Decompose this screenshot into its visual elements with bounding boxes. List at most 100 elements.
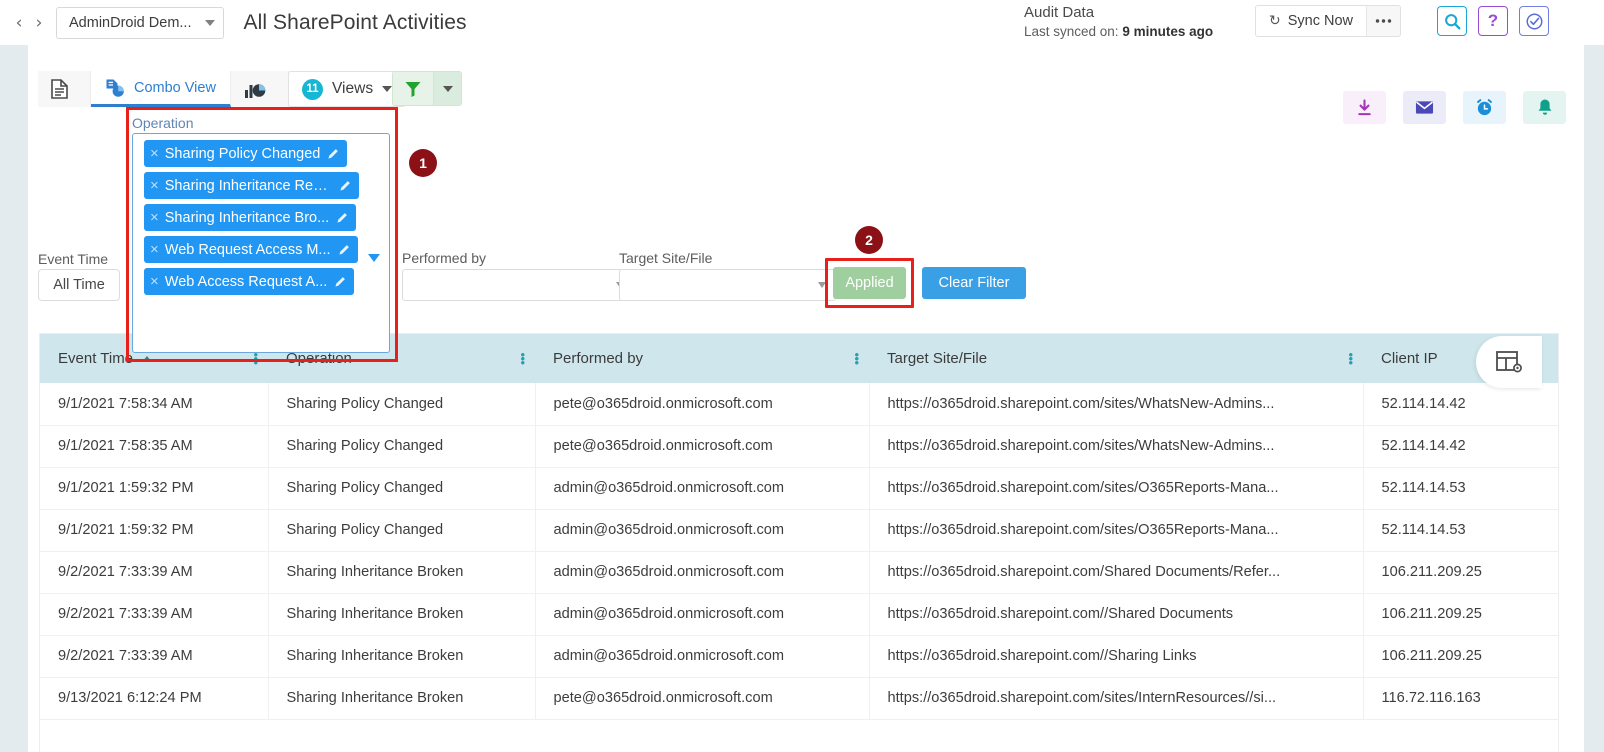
cell-performed-by: admin@o365droid.onmicrosoft.com bbox=[535, 509, 870, 552]
cell-event-time: 9/1/2021 1:59:32 PM bbox=[40, 509, 269, 552]
remove-tag-icon[interactable]: × bbox=[150, 242, 159, 257]
table-row[interactable]: 9/1/2021 7:58:35 AM Sharing Policy Change… bbox=[40, 425, 1558, 468]
operation-tag[interactable]: × Web Access Request A... bbox=[144, 268, 355, 295]
operation-tag[interactable]: × Sharing Inheritance Res... bbox=[144, 172, 359, 199]
operation-multiselect[interactable]: × Sharing Policy Changed × Sharing Inher… bbox=[132, 133, 390, 353]
cell-client-ip: 52.114.14.53 bbox=[1363, 467, 1558, 510]
cell-operation: Sharing Policy Changed bbox=[268, 467, 536, 510]
chevron-down-icon bbox=[442, 85, 453, 92]
column-header-target-site[interactable]: Target Site/File • • • bbox=[869, 334, 1363, 383]
alarm-clock-icon bbox=[1477, 99, 1492, 116]
performed-by-label: Performed by bbox=[402, 250, 487, 266]
cell-operation: Sharing Inheritance Broken bbox=[268, 551, 536, 594]
sync-now-button[interactable]: ↻ Sync Now bbox=[1256, 6, 1366, 36]
help-button[interactable]: ? bbox=[1478, 6, 1508, 36]
cell-event-time: 9/2/2021 7:33:39 AM bbox=[40, 635, 269, 678]
health-check-button[interactable] bbox=[1519, 6, 1549, 36]
column-label: Event Time bbox=[58, 350, 134, 367]
table-row[interactable]: 9/1/2021 7:58:34 AM Sharing Policy Change… bbox=[40, 383, 1558, 426]
column-menu-icon[interactable]: • • • bbox=[1348, 348, 1353, 369]
event-time-field[interactable]: All Time bbox=[38, 269, 120, 301]
table-settings-button[interactable] bbox=[1476, 336, 1542, 388]
cell-target-site: https://o365droid.sharepoint.com//Shared… bbox=[869, 593, 1364, 636]
envelope-icon bbox=[1415, 101, 1434, 114]
performed-by-select[interactable] bbox=[402, 269, 634, 301]
cell-operation: Sharing Inheritance Broken bbox=[268, 635, 536, 678]
audit-data-title: Audit Data bbox=[1024, 4, 1095, 21]
table-row[interactable]: 9/1/2021 1:59:32 PM Sharing Policy Change… bbox=[40, 509, 1558, 552]
operation-tag-label: Sharing Policy Changed bbox=[164, 145, 321, 162]
remove-tag-icon[interactable]: × bbox=[150, 210, 159, 225]
last-synced-label: Last synced on: bbox=[1024, 24, 1119, 40]
tab-combo-view[interactable]: Combo View bbox=[91, 71, 231, 107]
filter-dropdown-button[interactable] bbox=[433, 72, 461, 105]
column-header-performed-by[interactable]: Performed by • • • bbox=[535, 334, 869, 383]
cell-performed-by: admin@o365droid.onmicrosoft.com bbox=[535, 593, 870, 636]
views-button[interactable]: 11 Views bbox=[288, 71, 407, 107]
column-menu-icon[interactable]: • • • bbox=[854, 348, 859, 369]
cell-operation: Sharing Policy Changed bbox=[268, 509, 536, 552]
operation-tag[interactable]: × Web Request Access M... bbox=[144, 236, 358, 263]
cell-performed-by: pete@o365droid.onmicrosoft.com bbox=[535, 383, 870, 426]
edit-tag-icon[interactable] bbox=[334, 275, 347, 288]
report-actions bbox=[1343, 91, 1566, 124]
schedule-button[interactable] bbox=[1463, 91, 1506, 124]
edit-tag-icon[interactable] bbox=[327, 147, 340, 160]
views-count-badge: 11 bbox=[302, 78, 323, 100]
edit-tag-icon[interactable] bbox=[338, 243, 351, 256]
column-label: Target Site/File bbox=[887, 350, 988, 367]
remove-tag-icon[interactable]: × bbox=[150, 146, 159, 161]
cell-client-ip: 106.211.209.25 bbox=[1363, 551, 1558, 594]
cell-performed-by: admin@o365droid.onmicrosoft.com bbox=[535, 467, 870, 510]
sync-more-button[interactable] bbox=[1366, 6, 1401, 36]
history-nav: ‹ › bbox=[10, 10, 48, 36]
forward-button[interactable]: › bbox=[30, 10, 48, 36]
target-site-select[interactable] bbox=[619, 269, 836, 301]
download-icon bbox=[1358, 98, 1371, 115]
back-button[interactable]: ‹ bbox=[10, 10, 28, 36]
remove-tag-icon[interactable]: × bbox=[150, 274, 159, 289]
cell-performed-by: pete@o365droid.onmicrosoft.com bbox=[535, 425, 870, 468]
operation-tag[interactable]: × Sharing Policy Changed bbox=[144, 140, 348, 167]
global-search-button[interactable] bbox=[1437, 6, 1467, 36]
remove-tag-icon[interactable]: × bbox=[150, 178, 159, 193]
cell-target-site: https://o365droid.sharepoint.com/sites/W… bbox=[869, 425, 1364, 468]
tenant-label: AdminDroid Dem... bbox=[69, 14, 192, 31]
view-tabs: Combo View bbox=[38, 71, 289, 107]
column-menu-icon[interactable]: • • • bbox=[253, 348, 258, 369]
main-content: Combo View 11 Views Event Time All Time … bbox=[28, 45, 1584, 752]
operation-tag[interactable]: × Sharing Inheritance Bro... bbox=[144, 204, 357, 231]
chevron-down-icon bbox=[382, 86, 393, 92]
callout-badge-2: 2 bbox=[855, 226, 883, 254]
edit-tag-icon[interactable] bbox=[336, 211, 349, 224]
operation-tag-label: Web Access Request A... bbox=[164, 273, 328, 290]
applied-button[interactable]: Applied bbox=[833, 267, 906, 299]
table-row[interactable]: 9/2/2021 7:33:39 AM Sharing Inheritance B… bbox=[40, 551, 1558, 594]
column-menu-icon[interactable]: • • • bbox=[520, 348, 525, 369]
email-button[interactable] bbox=[1403, 91, 1446, 124]
download-button[interactable] bbox=[1343, 91, 1386, 124]
cell-event-time: 9/1/2021 7:58:35 AM bbox=[40, 425, 269, 468]
tab-chart-view[interactable] bbox=[230, 71, 289, 107]
tab-document-view[interactable] bbox=[38, 71, 91, 107]
edit-tag-icon[interactable] bbox=[339, 179, 352, 192]
tenant-selector[interactable]: AdminDroid Dem... bbox=[56, 6, 225, 39]
alert-button[interactable] bbox=[1523, 91, 1566, 124]
table-body: 9/1/2021 7:58:34 AM Sharing Policy Change… bbox=[40, 383, 1558, 720]
table-row[interactable]: 9/2/2021 7:33:39 AM Sharing Inheritance B… bbox=[40, 635, 1558, 678]
table-settings-icon bbox=[1496, 351, 1522, 373]
cell-client-ip: 116.72.116.163 bbox=[1363, 677, 1558, 720]
clear-filter-button[interactable]: Clear Filter bbox=[922, 267, 1026, 299]
cell-client-ip: 52.114.14.53 bbox=[1363, 509, 1558, 552]
table-row[interactable]: 9/2/2021 7:33:39 AM Sharing Inheritance B… bbox=[40, 593, 1558, 636]
cell-event-time: 9/2/2021 7:33:39 AM bbox=[40, 551, 269, 594]
filter-button-group bbox=[392, 71, 462, 106]
operation-dropdown-caret[interactable] bbox=[368, 254, 380, 262]
table-row[interactable]: 9/1/2021 1:59:32 PM Sharing Policy Change… bbox=[40, 467, 1558, 510]
tab-combo-view-label: Combo View bbox=[134, 79, 216, 96]
cell-operation: Sharing Inheritance Broken bbox=[268, 593, 536, 636]
refresh-icon: ↻ bbox=[1269, 13, 1281, 29]
chart-view-icon bbox=[244, 79, 266, 99]
table-row[interactable]: 9/13/2021 6:12:24 PM Sharing Inheritance … bbox=[40, 677, 1558, 720]
filter-button[interactable] bbox=[393, 72, 433, 105]
